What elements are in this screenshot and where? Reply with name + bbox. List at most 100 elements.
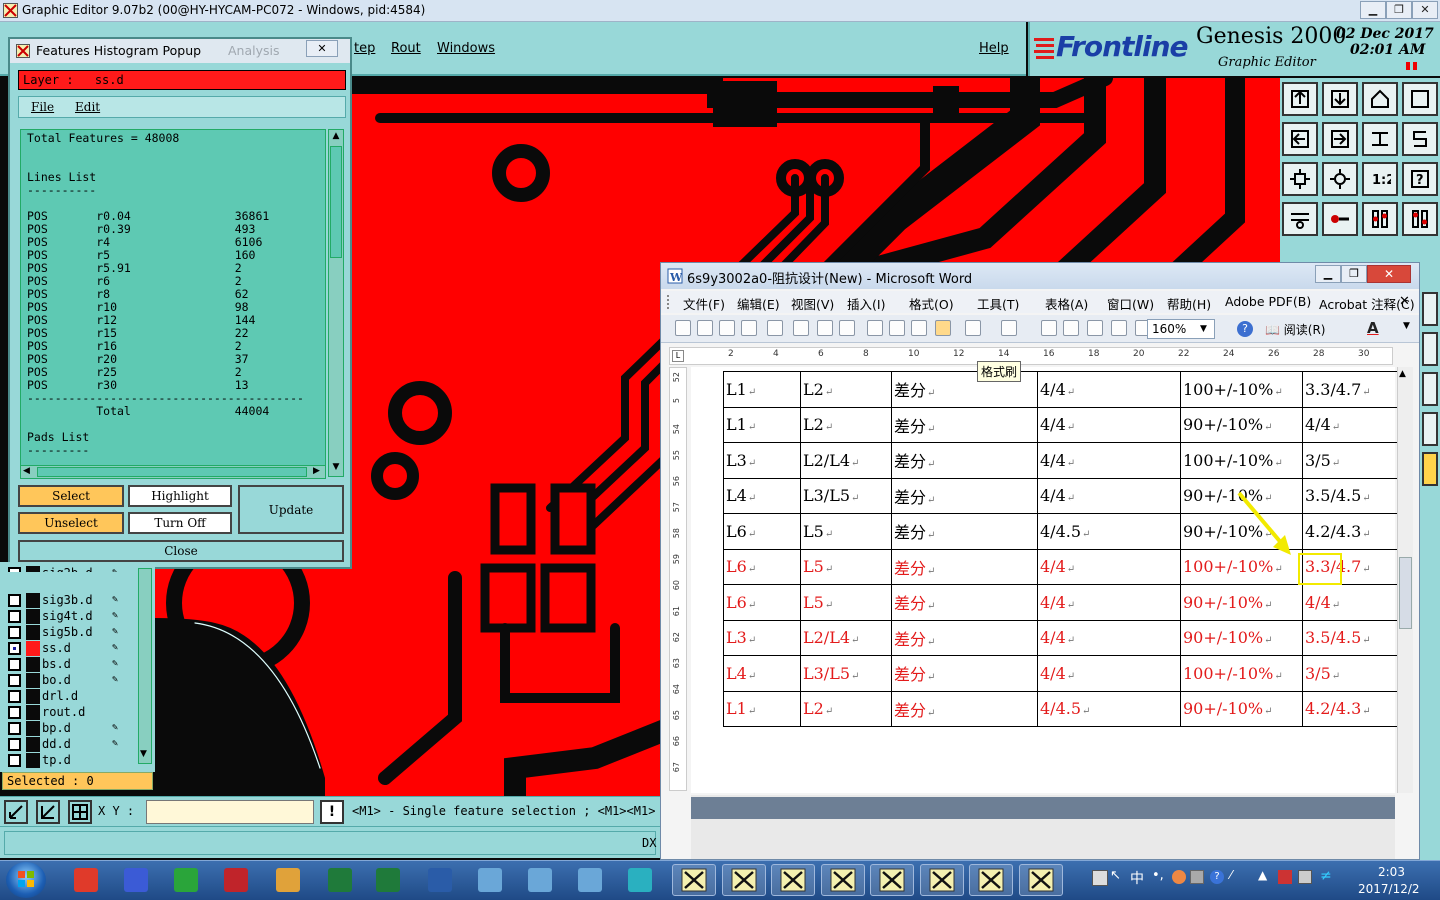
popup-menu-edit[interactable]: Edit — [75, 100, 100, 114]
taskbar-genesis-window[interactable] — [820, 864, 865, 896]
table-cell[interactable]: 4.2/4.3↵ — [1302, 690, 1398, 727]
table-cell[interactable]: L6↵ — [723, 584, 801, 621]
layer-row[interactable]: sig3b.d ✎ — [8, 593, 124, 608]
word-scroll-up-icon[interactable]: ▲ — [1399, 369, 1406, 379]
table-cell[interactable]: L2↵ — [800, 371, 892, 408]
word-vertical-scrollbar[interactable]: ▲ — [1397, 367, 1413, 793]
select-button[interactable]: Select — [18, 485, 124, 507]
toolbar-button-18[interactable] — [1422, 332, 1438, 366]
layer-checkbox[interactable] — [8, 722, 21, 735]
layer-list-scrollbar[interactable]: ▼ — [138, 568, 152, 764]
table-cell[interactable]: 4/4.5↵ — [1037, 690, 1181, 727]
table-cell[interactable]: 4/4.5↵ — [1037, 513, 1181, 550]
table-cell[interactable]: 差分↵ — [891, 513, 1038, 550]
tray-app-icon-3[interactable] — [1278, 870, 1292, 884]
layer-row[interactable]: rout.d — [8, 705, 124, 720]
close-button[interactable]: ✕ — [1412, 1, 1438, 19]
table-cell[interactable]: 差分↵ — [891, 690, 1038, 727]
layer-checkbox[interactable] — [8, 610, 21, 623]
scroll-down-arrow-icon[interactable]: ▼ — [330, 462, 342, 474]
toolbar-button-7[interactable] — [1362, 122, 1398, 156]
taskbar-genesis-window[interactable] — [672, 864, 716, 896]
table-cell[interactable]: 90+/-10%↵ — [1180, 619, 1303, 656]
table-cell[interactable]: 4/4↵ — [1037, 442, 1181, 479]
format-painter-icon[interactable] — [935, 320, 951, 336]
tray-clock-time[interactable]: 2:03 — [1378, 865, 1405, 879]
layer-checkbox[interactable] — [8, 567, 21, 572]
table-cell[interactable]: 3.3/4.7↵ — [1302, 548, 1398, 585]
word-menu-item[interactable]: 工具(T) — [977, 294, 1019, 313]
table-cell[interactable]: L2↵ — [800, 690, 892, 727]
layer-row[interactable]: sig2b.d✎ — [8, 566, 124, 572]
table-cell[interactable]: L3/L5↵ — [800, 655, 892, 692]
layer-checkbox[interactable] — [8, 658, 21, 671]
toolbar-button-12[interactable]: ? — [1402, 162, 1438, 196]
spell-check-icon[interactable] — [817, 320, 833, 336]
word-menu-item[interactable]: 编辑(E) — [737, 294, 780, 313]
layer-row[interactable]: sig4t.d ✎ — [8, 609, 124, 624]
scroll-left-arrow-icon[interactable]: ◀ — [23, 466, 30, 476]
help-icon[interactable]: ? — [1237, 321, 1253, 337]
toolbar-button-13[interactable] — [1282, 202, 1318, 236]
tray-help-icon[interactable]: ? — [1210, 870, 1224, 884]
table-cell[interactable]: L4↵ — [723, 655, 801, 692]
toolbar-overflow-icon[interactable]: ▼ — [1403, 321, 1410, 331]
excel-alt-pinned-icon[interactable] — [368, 864, 408, 896]
tab-selector-icon[interactable]: L — [672, 350, 684, 362]
insert-table-icon[interactable] — [1087, 320, 1103, 336]
tray-flash-icon[interactable]: ≠ — [1320, 868, 1332, 884]
menu-step[interactable]: tep — [354, 41, 375, 56]
media-pinned-icon[interactable] — [620, 864, 660, 896]
layer-checkbox[interactable] — [8, 674, 21, 687]
layer-checkbox[interactable] — [8, 642, 21, 655]
layer-checkbox[interactable] — [8, 738, 21, 751]
taskbar-genesis-window[interactable] — [1018, 864, 1063, 896]
word-scroll-thumb[interactable] — [1399, 557, 1412, 629]
status-tool-button-3[interactable] — [68, 800, 92, 824]
layer-row[interactable]: bp.d ✎ — [8, 721, 124, 736]
tray-clock-date[interactable]: 2017/12/2 — [1358, 882, 1420, 896]
highlight-button[interactable]: Highlight — [128, 485, 232, 507]
table-cell[interactable]: 差分↵ — [891, 406, 1038, 443]
save-disk-pinned-icon[interactable] — [116, 864, 156, 896]
tray-settings-icon[interactable]: ⁄ — [1230, 868, 1232, 882]
table-cell[interactable]: 3.5/4.5↵ — [1302, 477, 1398, 514]
paste-icon[interactable] — [911, 320, 927, 336]
layer-checkbox[interactable] — [8, 706, 21, 719]
table-cell[interactable]: L2/L4↵ — [800, 442, 892, 479]
table-cell[interactable]: 90+/-10%↵ — [1180, 690, 1303, 727]
table-cell[interactable]: 差分↵ — [891, 584, 1038, 621]
tray-ime-icon[interactable]: ↖ — [1110, 868, 1126, 886]
table-cell[interactable]: L6↵ — [723, 548, 801, 585]
word-titlebar[interactable]: W 6s9y3002a0-阻抗设计(New) - Microsoft Word … — [661, 263, 1419, 289]
table-cell[interactable]: 90+/-10%↵ — [1180, 406, 1303, 443]
layer-row[interactable]: bs.d ✎ — [8, 657, 124, 672]
excel-icon[interactable] — [1111, 320, 1127, 336]
hyperlink-icon[interactable] — [1041, 320, 1057, 336]
scroll-up-arrow-icon[interactable]: ▲ — [330, 131, 342, 143]
table-cell[interactable]: 3/5↵ — [1302, 442, 1398, 479]
table-cell[interactable]: L2↵ — [800, 406, 892, 443]
toolbar-button-3[interactable] — [1362, 82, 1398, 116]
word-doc-close-icon[interactable]: ✕ — [1399, 294, 1410, 309]
unselect-button[interactable]: Unselect — [18, 512, 124, 534]
undo-icon[interactable] — [965, 320, 981, 336]
table-cell[interactable]: L3/L5↵ — [800, 477, 892, 514]
layer-checkbox[interactable] — [8, 594, 21, 607]
table-cell[interactable]: 差分↵ — [891, 619, 1038, 656]
layer-checkbox[interactable] — [8, 754, 21, 767]
save-icon[interactable] — [719, 320, 735, 336]
toolbar-button-14[interactable] — [1322, 202, 1358, 236]
table-cell[interactable]: 100+/-10%↵ — [1180, 655, 1303, 692]
tray-keyboard-icon[interactable] — [1092, 870, 1108, 886]
word-menu-item[interactable]: 文件(F) — [683, 294, 725, 313]
genesis-pinned-icon[interactable] — [66, 864, 106, 896]
table-cell[interactable]: 4/4↵ — [1302, 584, 1398, 621]
toolbar-button-6[interactable] — [1322, 122, 1358, 156]
table-cell[interactable]: L1↵ — [723, 371, 801, 408]
redo-icon[interactable] — [1001, 320, 1017, 336]
layer-row[interactable]: ss.d ✎ — [8, 641, 124, 656]
layer-checkbox[interactable] — [8, 690, 21, 703]
table-cell[interactable]: 差分↵ — [891, 442, 1038, 479]
turn-off-button[interactable]: Turn Off — [128, 512, 232, 534]
